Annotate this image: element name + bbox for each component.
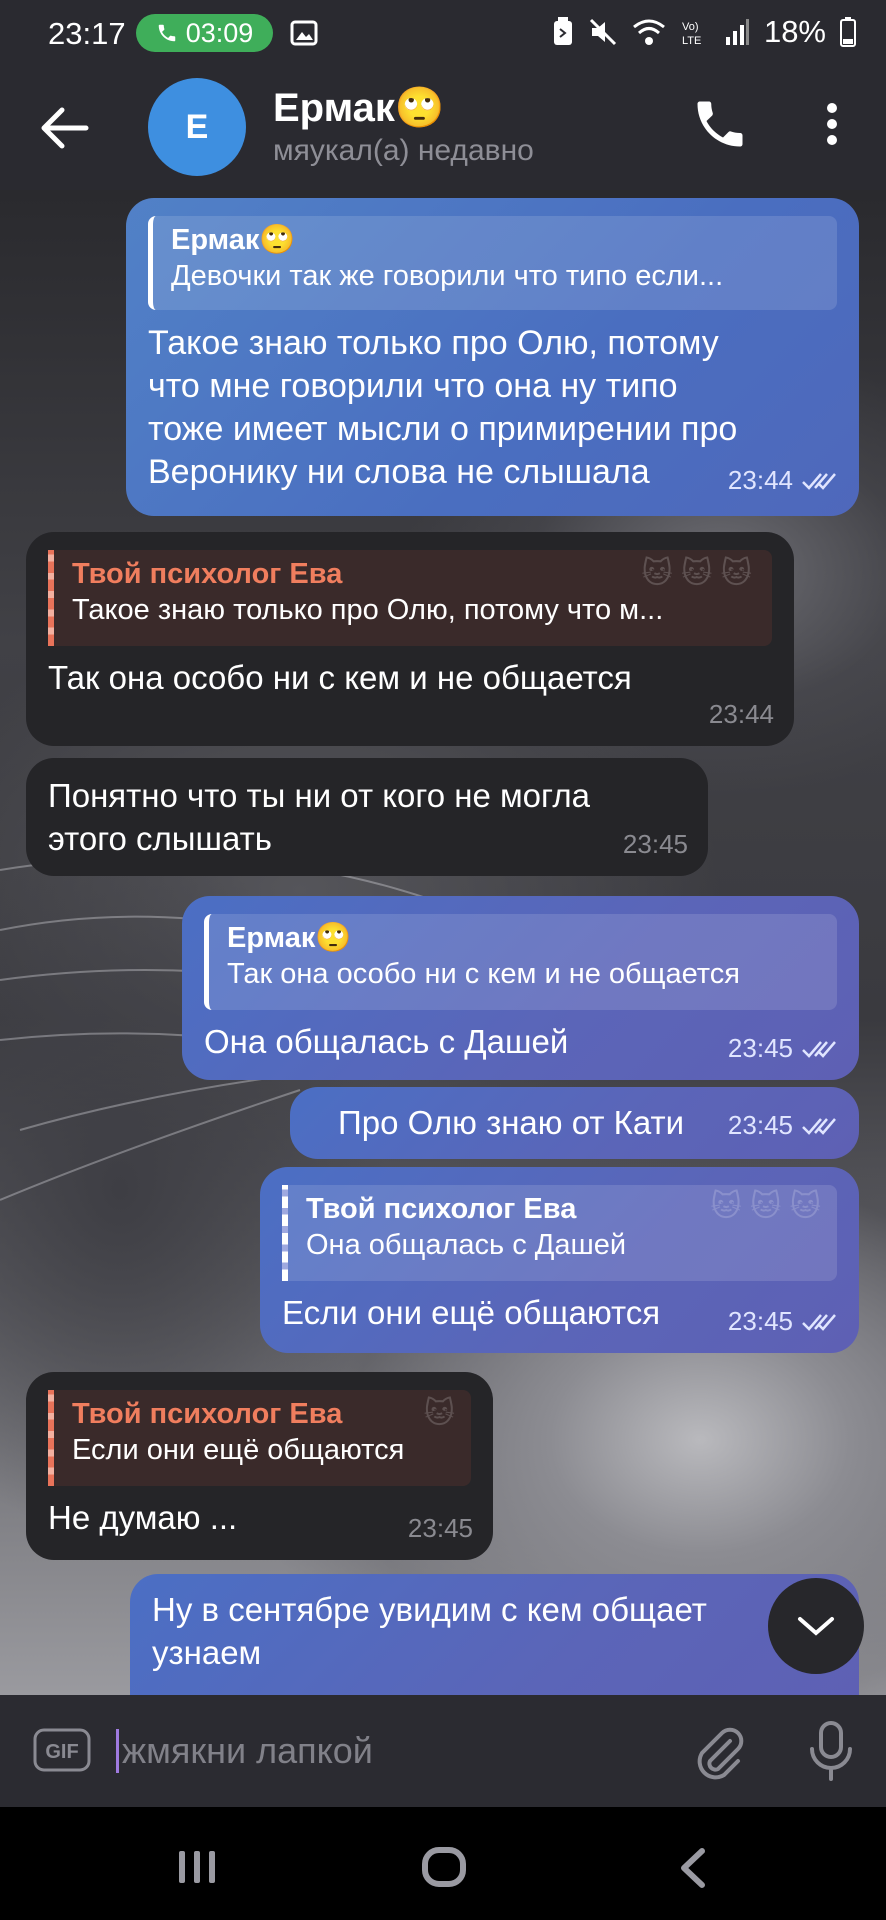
message-time: 23:45 — [622, 829, 688, 859]
message-line: узнаем — [152, 1634, 262, 1671]
reply-quote[interactable]: Твой психолог Ева Такое знаю только про … — [48, 550, 772, 646]
message-line: Так она особо ни с кем и не общается — [48, 659, 632, 696]
chat-status: мяукал(а) недавно — [273, 134, 534, 167]
avatar-letter: E — [185, 107, 209, 146]
status-time: 23:17 — [48, 16, 126, 51]
double-check-icon — [802, 1117, 836, 1135]
phone-icon — [158, 24, 175, 42]
reply-quote[interactable]: Твой психолог Ева Если они ещё общаются … — [48, 1390, 471, 1486]
message-line: что мне говорили что она ну типо — [148, 367, 678, 405]
message-meta: 23:45 — [728, 1104, 839, 1147]
nfc-icon — [553, 17, 572, 45]
message-bubble-outgoing[interactable]: Ермак🙄 Так она особо ни с кем и не общае… — [182, 896, 859, 1080]
message-meta: 23:45 — [623, 823, 688, 866]
system-navigation-bar — [0, 1807, 886, 1920]
message-line: Понятно что ты ни от кого не могла — [48, 777, 590, 814]
gif-label: GIF — [45, 1741, 78, 1763]
message-meta: 23:45 — [408, 1507, 473, 1550]
svg-text:Vo): Vo) — [682, 21, 699, 33]
more-vertical-icon[interactable] — [812, 94, 852, 154]
message-line: Ну в сентябре увидим с кем общает — [152, 1591, 707, 1628]
message-line: Такое знаю только про Олю, потому — [148, 324, 719, 362]
reply-text: Девочки так же говорили что типо если... — [171, 260, 724, 292]
input-placeholder: жмякни лапкой — [122, 1730, 373, 1771]
message-input-bar: GIF жмякни лапкой — [0, 1695, 886, 1807]
reply-author: Твой психолог Ева — [306, 1193, 577, 1225]
battery-percent: 18% — [763, 14, 826, 49]
reply-author: Твой психолог Ева — [72, 558, 343, 590]
chat-title[interactable]: Ермак🙄 — [273, 84, 445, 131]
svg-text:LTE: LTE — [682, 35, 701, 47]
message-bubble-outgoing[interactable]: Ну в сентябре увидим с кем общает узнаем — [130, 1574, 859, 1714]
signal-icon — [725, 19, 749, 45]
message-time: 23:45 — [727, 1306, 793, 1336]
reply-quote[interactable]: Ермак🙄 Так она особо ни с кем и не общае… — [204, 914, 837, 1010]
top-bar: 23:17 03:09 Vo) LTE 18% E Ермак🙄 мяукал(а… — [0, 0, 886, 190]
scroll-down-button[interactable] — [768, 1578, 864, 1674]
message-bubble-outgoing[interactable]: Про Олю знаю от Кати 23:45 — [290, 1087, 859, 1159]
message-bubble-outgoing[interactable]: Ермак🙄 Девочки так же говорили что типо … — [126, 198, 859, 516]
message-bubble-incoming[interactable]: Твой психолог Ева Если они ещё общаются … — [26, 1372, 493, 1560]
message-time: 23:45 — [727, 1110, 793, 1140]
microphone-icon[interactable] — [806, 1719, 856, 1783]
reply-text: Она общалась с Дашей — [306, 1229, 627, 1261]
message-text: Понятно что ты ни от кого не могла этого… — [48, 774, 686, 860]
double-check-icon — [802, 1313, 836, 1331]
phone-icon[interactable] — [690, 94, 750, 154]
message-line: этого слышать — [48, 820, 272, 857]
message-time: 23:45 — [407, 1513, 473, 1543]
message-bubble-outgoing[interactable]: Твой психолог Ева Она общалась с Дашей 🐱… — [260, 1167, 859, 1353]
status-bar: 23:17 03:09 Vo) LTE 18% — [0, 0, 886, 68]
chevron-down-icon — [798, 1617, 834, 1636]
double-check-icon — [802, 1040, 836, 1058]
gallery-notification-icon — [290, 20, 318, 46]
avatar[interactable]: E — [148, 78, 246, 176]
reply-text: Если они ещё общаются — [72, 1434, 405, 1466]
message-bubble-incoming[interactable]: Твой психолог Ева Такое знаю только про … — [26, 532, 794, 746]
reply-text: Так она особо ни с кем и не общается — [227, 958, 740, 990]
message-meta: 23:44 — [709, 693, 774, 736]
gif-icon[interactable]: GIF — [32, 1727, 92, 1773]
text-caret — [116, 1729, 119, 1773]
message-bubble-incoming[interactable]: Понятно что ты ни от кого не могла этого… — [26, 758, 708, 876]
double-check-icon — [802, 472, 836, 490]
ongoing-call-pill[interactable]: 03:09 — [136, 14, 273, 52]
reply-quote[interactable]: Ермак🙄 Девочки так же говорили что типо … — [148, 216, 837, 310]
message-input[interactable]: жмякни лапкой — [116, 1723, 666, 1779]
home-icon[interactable] — [420, 1845, 468, 1889]
message-text: Ну в сентябре увидим с кем общает узнаем — [152, 1588, 837, 1674]
message-line: тоже имеет мысли о примирении про — [148, 410, 738, 448]
reply-author: Ермак🙄 — [227, 922, 352, 954]
battery-icon — [840, 17, 856, 47]
chat-header: E Ермак🙄 мяукал(а) недавно — [0, 68, 886, 190]
paperclip-icon[interactable] — [690, 1723, 750, 1783]
message-text: Так она особо ни с кем и не общается — [48, 656, 772, 699]
back-arrow-icon[interactable] — [30, 98, 100, 158]
status-icons: Vo) LTE 18% — [552, 14, 856, 50]
message-time: 23:44 — [727, 465, 793, 495]
reply-quote[interactable]: Твой психолог Ева Она общалась с Дашей 🐱… — [282, 1185, 837, 1281]
recent-apps-icon[interactable] — [175, 1847, 219, 1887]
wifi-icon — [633, 19, 665, 45]
reply-text: Такое знаю только про Олю, потому что м.… — [72, 594, 664, 626]
message-meta: 23:44 — [728, 459, 839, 502]
nav-back-icon[interactable] — [676, 1847, 710, 1889]
volte-icon: Vo) LTE — [682, 21, 701, 47]
reply-author: Твой психолог Ева — [72, 1398, 343, 1430]
reply-author: Ермак🙄 — [171, 224, 296, 256]
message-time: 23:45 — [727, 1033, 793, 1063]
mute-icon — [589, 18, 617, 46]
message-meta: 23:45 — [728, 1300, 839, 1343]
message-meta: 23:45 — [728, 1027, 839, 1070]
message-time: 23:44 — [708, 699, 774, 729]
call-timer: 03:09 — [185, 17, 254, 48]
